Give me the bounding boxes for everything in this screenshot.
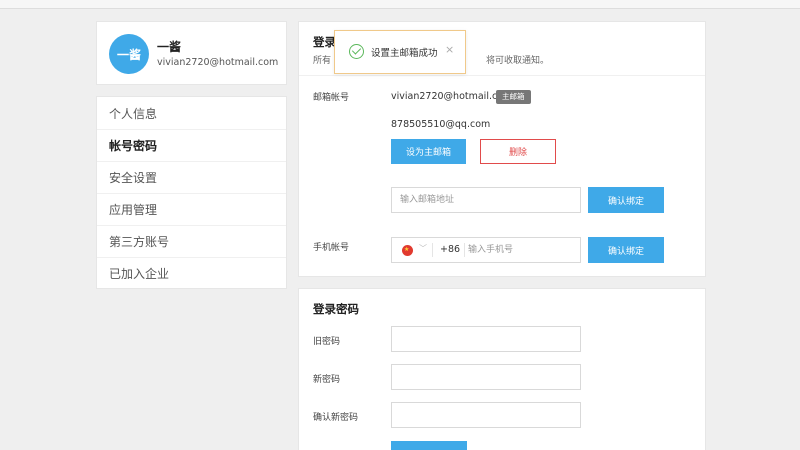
password-submit-button[interactable] <box>391 441 467 450</box>
divider <box>299 75 705 76</box>
section-title-login-password: 登录密码 <box>313 302 359 316</box>
phone-account-label: 手机帐号 <box>313 243 350 253</box>
country-code: +86 <box>440 244 461 255</box>
sidebar-item-third-party[interactable]: 第三方账号 <box>97 227 286 258</box>
email-confirm-bind-button[interactable]: 确认绑定 <box>588 187 664 213</box>
success-toast: 设置主邮箱成功 × <box>334 30 466 74</box>
phone-confirm-bind-button[interactable]: 确认绑定 <box>588 237 664 263</box>
profile-card: 一酱 一酱 vivian2720@hotmail.com <box>96 21 287 85</box>
email-input[interactable] <box>391 187 581 213</box>
section-description-tail: 将可收取通知。 <box>486 56 550 66</box>
confirm-password-input[interactable] <box>391 402 581 428</box>
close-icon[interactable]: × <box>445 43 454 56</box>
sidebar-item-security[interactable]: 安全设置 <box>97 163 286 194</box>
confirm-password-label: 确认新密码 <box>313 413 359 423</box>
primary-email: vivian2720@hotmail.com <box>391 91 513 102</box>
check-circle-icon <box>349 44 364 59</box>
sidebar-menu: 个人信息 帐号密码 安全设置 应用管理 第三方账号 已加入企业 <box>96 96 287 289</box>
china-flag-icon[interactable]: ★ <box>402 245 413 256</box>
phone-field: ★ ﹀ +86 <box>391 237 581 263</box>
avatar: 一酱 <box>109 34 149 74</box>
sidebar-item-personal-info[interactable]: 个人信息 <box>97 99 286 130</box>
top-bar <box>0 0 800 9</box>
section-description: 所有 <box>313 56 332 66</box>
new-password-label: 新密码 <box>313 375 341 385</box>
chevron-down-icon[interactable]: ﹀ <box>419 243 427 254</box>
sidebar-item-app-management[interactable]: 应用管理 <box>97 195 286 226</box>
set-primary-email-button[interactable]: 设为主邮箱 <box>391 139 466 164</box>
delete-email-button[interactable]: 删除 <box>480 139 556 164</box>
toast-message: 设置主邮箱成功 <box>371 48 438 59</box>
primary-email-badge: 主邮箱 <box>496 90 531 104</box>
phone-input[interactable] <box>468 239 578 261</box>
sidebar-item-account-password[interactable]: 帐号密码 <box>97 131 286 162</box>
section-title-login-account: 登录 <box>313 35 336 49</box>
old-password-label: 旧密码 <box>313 337 341 347</box>
new-password-input[interactable] <box>391 364 581 390</box>
sidebar-item-enterprises[interactable]: 已加入企业 <box>97 259 286 290</box>
email-account-label: 邮箱帐号 <box>313 93 350 103</box>
old-password-input[interactable] <box>391 326 581 352</box>
secondary-email: 878505510@qq.com <box>391 119 491 130</box>
profile-email: vivian2720@hotmail.com <box>157 57 279 68</box>
password-panel: 登录密码 旧密码 新密码 确认新密码 <box>298 288 706 450</box>
profile-name: 一酱 <box>157 40 182 54</box>
